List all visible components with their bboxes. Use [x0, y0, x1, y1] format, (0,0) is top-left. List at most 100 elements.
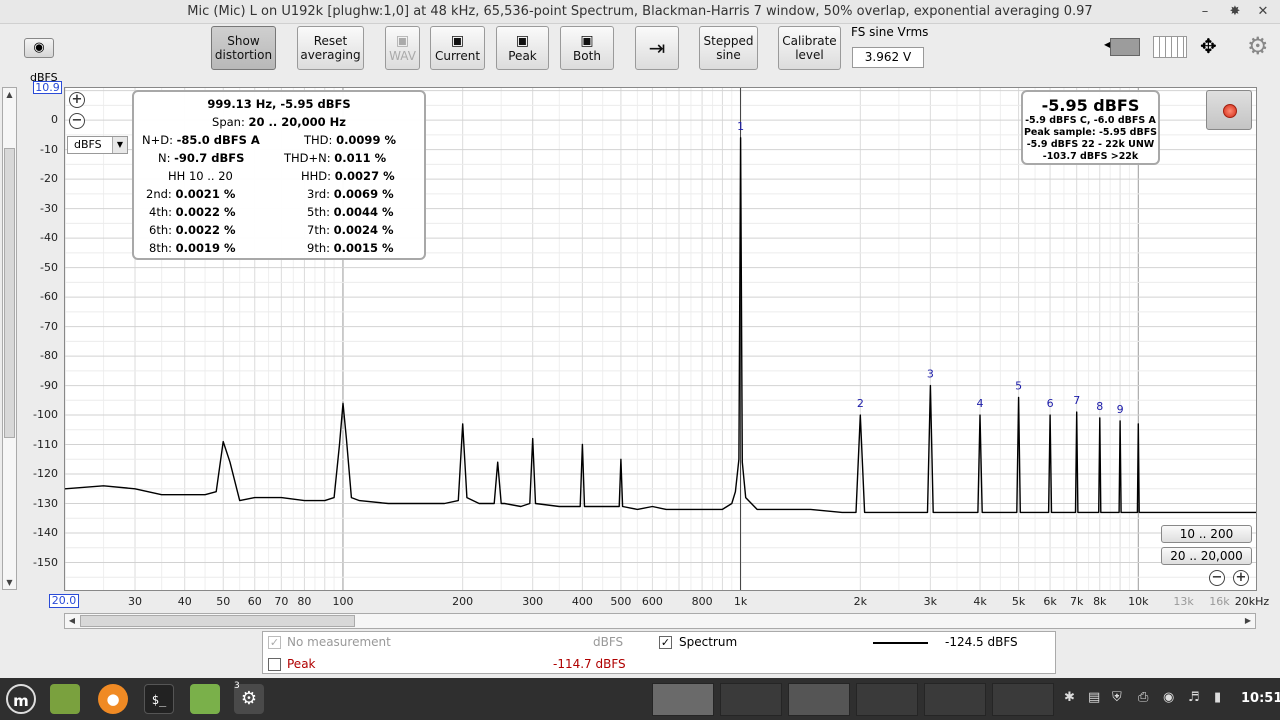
range-10-200-button[interactable]: 10 .. 200	[1161, 525, 1252, 543]
h9-readout: 9th: 0.0015 %	[307, 241, 394, 255]
peak-checkbox[interactable]	[268, 658, 281, 671]
level-unweighted: -5.9 dBFS 22 - 22k UNW	[1026, 139, 1155, 150]
x-tick-label: 5k	[1011, 595, 1026, 608]
thd-readout: THD: 0.0099 %	[304, 133, 396, 147]
vertical-scrollbar[interactable]: ▲ ▼	[2, 87, 17, 590]
window-title: Mic (Mic) L on U192k [plughw:1,0] at 48 …	[187, 4, 1093, 19]
taskbar-window-1[interactable]	[652, 683, 714, 716]
unit-select[interactable]: dBFS ▼	[67, 136, 128, 154]
x-tick-label: 500	[610, 595, 632, 608]
battery-icon[interactable]: ▮	[1214, 690, 1221, 705]
peak-value: -114.7 dBFS	[553, 657, 626, 671]
taskbar-window-3[interactable]	[788, 683, 850, 716]
columns-icon[interactable]	[1153, 36, 1187, 58]
layout-icon[interactable]: ◀	[1104, 36, 1142, 58]
show-distortion-button[interactable]: Show distortion	[211, 26, 276, 70]
mint-menu-icon[interactable]: m	[6, 684, 36, 714]
vertical-scroll-thumb[interactable]	[4, 148, 15, 438]
calibrate-label-2: level	[795, 48, 824, 62]
calibrate-label-1: Calibrate	[782, 34, 837, 48]
horizontal-scroll-thumb[interactable]	[80, 615, 355, 627]
clipboard-icon[interactable]: ▤	[1088, 690, 1100, 705]
reset-averaging-button[interactable]: Reset averaging	[297, 26, 364, 70]
taskbar-window-6[interactable]	[992, 683, 1054, 716]
save-icon: ▣	[450, 33, 465, 49]
taskbar-window-5[interactable]	[924, 683, 986, 716]
window-titlebar: Mic (Mic) L on U192k [plughw:1,0] at 48 …	[0, 0, 1280, 24]
x-tick-label: 50	[216, 595, 231, 608]
close-icon[interactable]: ✕	[1252, 2, 1274, 22]
restore-icon[interactable]: ✸	[1224, 2, 1246, 22]
stepped-sine-button[interactable]: Stepped sine	[699, 26, 758, 70]
scroll-down-icon[interactable]: ▼	[3, 578, 16, 587]
show-distortion-label-2: distortion	[214, 48, 273, 62]
level-panel: -5.95 dBFS -5.9 dBFS C, -6.0 dBFS A Peak…	[1021, 90, 1160, 165]
no-measurement-label: No measurement	[287, 635, 391, 649]
printer-icon[interactable]: ⎙	[1138, 690, 1148, 705]
x-zoom-in-icon[interactable]: +	[1233, 570, 1249, 586]
range-20-20000-button[interactable]: 20 .. 20,000	[1161, 547, 1252, 565]
y-tick-label: -40	[40, 231, 58, 245]
zoom-out-icon[interactable]: −	[69, 113, 85, 129]
x-tick-label: 30	[128, 595, 143, 608]
level-weighted: -5.9 dBFS C, -6.0 dBFS A	[1025, 115, 1156, 126]
export-button[interactable]: ⇥	[635, 26, 679, 70]
harmonic-label: 6	[1047, 397, 1054, 410]
harmonic-label: 7	[1073, 394, 1080, 407]
nd-label: N+D:	[142, 133, 173, 147]
h4-label: 4th:	[149, 205, 172, 219]
save-current-button[interactable]: ▣ Current	[430, 26, 485, 70]
h3-readout: 3rd: 0.0069 %	[307, 187, 394, 201]
gear-icon[interactable]: ⚙	[1247, 33, 1269, 59]
wifi-icon[interactable]: ◉	[1163, 690, 1174, 705]
taskbar-window-2[interactable]	[720, 683, 782, 716]
camera-icon[interactable]: ◉	[24, 38, 54, 58]
scroll-up-icon[interactable]: ▲	[3, 90, 16, 99]
wav-button[interactable]: ▣ WAV	[385, 26, 420, 70]
show-distortion-label-1: Show	[227, 34, 260, 48]
hhd-readout: HHD: 0.0027 %	[301, 169, 395, 183]
x-zoom-out-icon[interactable]: −	[1209, 570, 1225, 586]
scroll-left-icon[interactable]: ◀	[65, 614, 79, 628]
files-icon[interactable]	[190, 684, 220, 714]
bluetooth-icon[interactable]: ✱	[1064, 690, 1075, 705]
minimize-icon[interactable]: –	[1194, 2, 1216, 22]
y-axis-top-input[interactable]: 10.9	[33, 81, 62, 94]
save-both-button[interactable]: ▣ Both	[560, 26, 614, 70]
zoom-in-icon[interactable]: +	[69, 92, 85, 108]
x-axis-start-input[interactable]: 20.0	[49, 594, 79, 608]
scroll-right-icon[interactable]: ▶	[1241, 614, 1255, 628]
level-peak-sample: Peak sample: -5.95 dBFS	[1023, 127, 1158, 138]
firefox-icon[interactable]: ●	[98, 684, 128, 714]
calibrate-level-button[interactable]: Calibrate level	[778, 26, 841, 70]
x-tick-label: 7k	[1070, 595, 1084, 608]
show-desktop-icon[interactable]	[50, 684, 80, 714]
record-button[interactable]	[1206, 90, 1252, 130]
x-tick-label: 200	[452, 595, 474, 608]
horizontal-scrollbar[interactable]: ◀ ▶	[64, 613, 1256, 629]
fs-sine-label: FS sine Vrms	[851, 25, 929, 39]
spectrum-value: -124.5 dBFS	[945, 635, 1018, 649]
h2-readout: 2nd: 0.0021 %	[146, 187, 235, 201]
noise-value: -90.7 dBFS	[174, 151, 245, 165]
fs-sine-input[interactable]: 3.962 V	[852, 47, 924, 68]
peak-label: Peak	[287, 657, 316, 671]
x-tick-label: 16k	[1209, 595, 1230, 608]
x-tick-label: 13k	[1173, 595, 1194, 608]
shield-icon[interactable]: ⛨	[1112, 690, 1122, 705]
move-arrows-icon[interactable]: ✥	[1200, 34, 1217, 58]
h7-value: 0.0024 %	[333, 223, 394, 237]
terminal-icon[interactable]: $_	[144, 684, 174, 714]
span-readout: Span: 20 .. 20,000 Hz	[134, 115, 424, 129]
taskbar-window-4[interactable]	[856, 683, 918, 716]
volume-icon[interactable]: ♬	[1188, 690, 1200, 705]
harmonic-label: 9	[1117, 403, 1124, 416]
h8-readout: 8th: 0.0019 %	[149, 241, 236, 255]
peak-label: Peak	[508, 49, 537, 63]
no-measurement-checkbox[interactable]: ✓	[268, 636, 281, 649]
save-peak-button[interactable]: ▣ Peak	[496, 26, 549, 70]
toolbar: Show distortion Reset averaging ▣ WAV ▣ …	[0, 24, 1280, 86]
spectrum-checkbox[interactable]: ✓	[659, 636, 672, 649]
h2-value: 0.0021 %	[175, 187, 236, 201]
hhd-label: HHD:	[301, 169, 332, 183]
